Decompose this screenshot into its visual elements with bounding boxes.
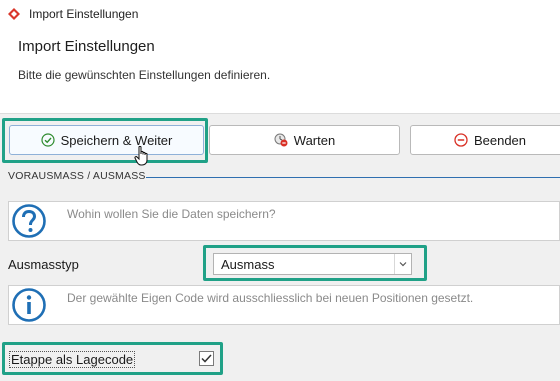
window-titlebar: Import Einstellungen (0, 0, 560, 28)
info-icon (12, 288, 46, 322)
save-continue-button[interactable]: Speichern & Weiter (9, 125, 204, 155)
question-text: Wohin wollen Sie die Daten speichern? (67, 207, 276, 221)
ausmasstyp-value: Ausmass (221, 257, 275, 272)
page-subtitle: Bitte die gewünschten Einstellungen defi… (18, 68, 271, 82)
window-title: Import Einstellungen (29, 7, 139, 21)
save-continue-label: Speichern & Weiter (60, 132, 173, 148)
app-icon (8, 8, 20, 20)
ausmasstyp-label: Ausmasstyp (8, 257, 79, 272)
dialog-header: Import Einstellungen Bitte die gewünscht… (0, 28, 560, 114)
end-button[interactable]: Beenden (410, 125, 560, 155)
section-divider (146, 177, 560, 178)
etappe-label[interactable]: Etappe als Lagecode (9, 351, 136, 368)
chevron-down-icon[interactable] (394, 254, 411, 274)
end-label: Beenden (473, 132, 527, 148)
ausmasstyp-select[interactable]: Ausmass (213, 253, 412, 275)
check-circle-icon (41, 133, 55, 147)
wait-label: Warten (293, 132, 336, 148)
wait-button[interactable]: Warten (209, 125, 400, 155)
etappe-checkbox[interactable] (199, 351, 214, 366)
info-text: Der gewählte Eigen Code wird ausschliess… (67, 291, 474, 305)
clock-stop-icon (274, 133, 288, 147)
question-panel: Wohin wollen Sie die Daten speichern? (8, 201, 560, 241)
section-title: VORAUSMASS / AUSMASS (8, 170, 146, 182)
info-panel: Der gewählte Eigen Code wird ausschliess… (8, 285, 560, 325)
minus-circle-icon (454, 133, 468, 147)
question-icon (12, 204, 46, 238)
checkmark-icon (201, 354, 212, 363)
page-title: Import Einstellungen (18, 38, 155, 55)
hand-cursor-icon (134, 146, 148, 166)
dialog-content: Speichern & Weiter Warten Beenden VORAUS… (0, 115, 560, 381)
